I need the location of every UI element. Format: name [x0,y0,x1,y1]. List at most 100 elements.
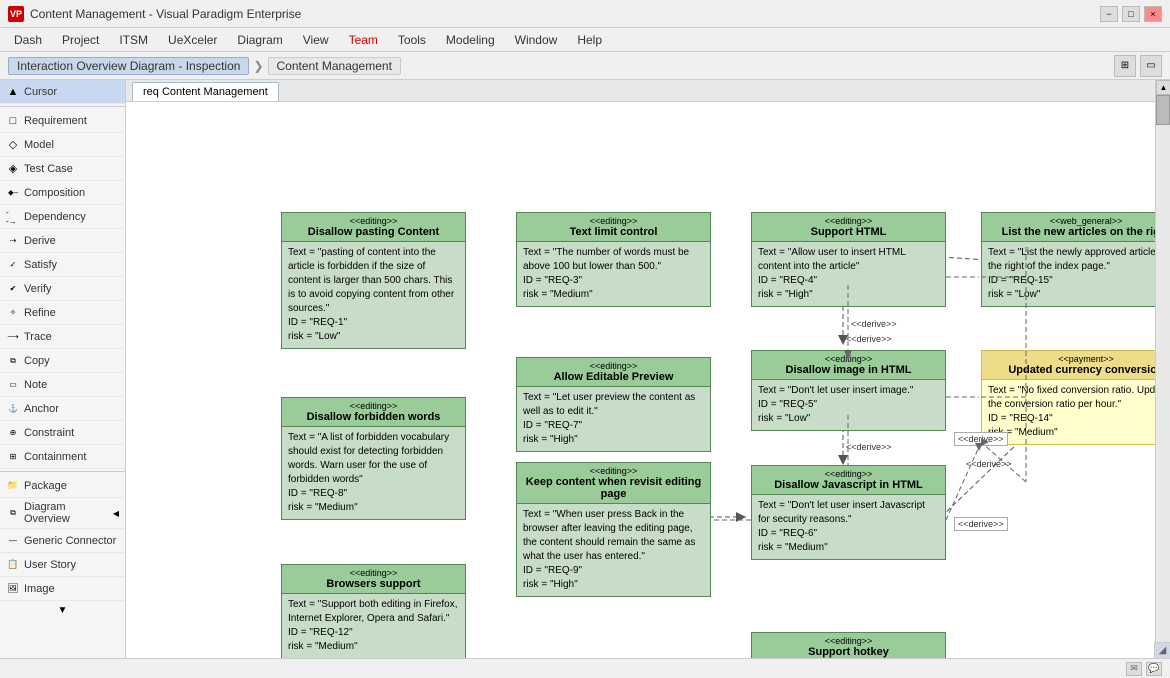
card-support-html-stereotype: <<editing>> [756,216,941,226]
satisfy-icon: ✓ [6,258,20,272]
card-disallow-forbidden[interactable]: <<editing>> Disallow forbidden words Tex… [281,397,466,520]
sidebar-item-user-story[interactable]: 📋 User Story [0,553,125,577]
card-support-html[interactable]: <<editing>> Support HTML Text = "Allow u… [751,212,946,307]
trace-icon: ⟶ [6,330,20,344]
sidebar-item-note[interactable]: ▭ Note [0,373,125,397]
sidebar-item-dependency[interactable]: - -→ Dependency [0,205,125,229]
right-scrollbar[interactable]: ▲ ▼ [1155,80,1170,658]
corner-resize-icon[interactable]: ◢ [1154,642,1170,658]
card-currency[interactable]: <<payment>> Updated currency conversion … [981,350,1155,445]
sidebar-item-copy[interactable]: ⧉ Copy [0,349,125,373]
window-controls[interactable]: − □ × [1100,6,1162,22]
sidebar-item-containment[interactable]: ⊞ Containment [0,445,125,469]
card-keep-content[interactable]: <<editing>> Keep content when revisit ed… [516,462,711,597]
card-disallow-image-stereotype: <<editing>> [756,354,941,364]
sidebar-item-trace[interactable]: ⟶ Trace [0,325,125,349]
scroll-up-button[interactable]: ▲ [1156,80,1170,95]
refine-icon: ✧ [6,306,20,320]
card-disallow-pasting-body: Text = "pasting of content into the arti… [282,242,465,348]
sidebar-collapse-button[interactable]: ▼ [0,601,125,620]
sidebar-item-test-case[interactable]: ◈ Test Case [0,157,125,181]
card-disallow-pasting[interactable]: <<editing>> Disallow pasting Content Tex… [281,212,466,349]
mail-icon[interactable]: ✉ [1126,662,1142,676]
scroll-track[interactable] [1156,95,1170,643]
menu-itsm[interactable]: ITSM [109,31,158,49]
note-icon: ▭ [6,378,20,392]
diagram-overview-icon: ⧉ [6,506,20,520]
sidebar-label-verify: Verify [24,283,52,295]
breadcrumb-icon-2[interactable]: ▭ [1140,55,1162,77]
card-disallow-js[interactable]: <<editing>> Disallow Javascript in HTML … [751,465,946,560]
sidebar-item-generic-connector[interactable]: — Generic Connector [0,529,125,553]
menu-uexceler[interactable]: UeXceler [158,31,227,49]
card-browsers-support[interactable]: <<editing>> Browsers support Text = "Sup… [281,564,466,658]
sidebar-item-requirement[interactable]: □ Requirement [0,109,125,133]
svg-text:<<derive>>: <<derive>> [846,442,892,452]
generic-connector-icon: — [6,534,20,548]
sidebar-label-model: Model [24,139,54,151]
menu-modeling[interactable]: Modeling [436,31,505,49]
sidebar-label-refine: Refine [24,307,56,319]
card-disallow-image-name: Disallow image in HTML [756,364,941,376]
sidebar-item-model[interactable]: ◇ Model [0,133,125,157]
card-keep-content-header: <<editing>> Keep content when revisit ed… [517,463,710,504]
card-disallow-forbidden-name: Disallow forbidden words [286,411,461,423]
maximize-button[interactable]: □ [1122,6,1140,22]
card-currency-stereotype: <<payment>> [986,354,1155,364]
breadcrumb-content-management[interactable]: Content Management [268,57,401,75]
sidebar-item-package[interactable]: 📁 Package [0,474,125,498]
sidebar-item-derive[interactable]: ⇢ Derive [0,229,125,253]
sidebar-item-refine[interactable]: ✧ Refine [0,301,125,325]
close-button[interactable]: × [1144,6,1162,22]
card-allow-preview-body: Text = "Let user preview the content as … [517,387,710,451]
sidebar-item-cursor[interactable]: ▲ Cursor [0,80,125,104]
card-disallow-js-stereotype: <<editing>> [756,469,941,479]
image-icon: 🖼 [6,582,20,596]
card-support-hotkey[interactable]: <<editing>> Support hotkey Text = "Let u… [751,632,946,658]
sidebar-label-image: Image [24,583,55,595]
sidebar-item-satisfy[interactable]: ✓ Satisfy [0,253,125,277]
breadcrumb-icon-1[interactable]: ⊞ [1114,55,1136,77]
card-allow-preview[interactable]: <<editing>> Allow Editable Preview Text … [516,357,711,452]
card-disallow-image-body: Text = "Don't let user insert image." ID… [752,380,945,430]
sidebar-label-cursor: Cursor [24,86,57,98]
copy-icon: ⧉ [6,354,20,368]
menu-dash[interactable]: Dash [4,31,52,49]
card-disallow-js-name: Disallow Javascript in HTML [756,479,941,491]
sidebar-item-anchor[interactable]: ⚓ Anchor [0,397,125,421]
chat-icon[interactable]: 💬 [1146,662,1162,676]
card-disallow-js-header: <<editing>> Disallow Javascript in HTML [752,466,945,495]
sidebar-label-anchor: Anchor [24,403,59,415]
breadcrumb-bar: Interaction Overview Diagram - Inspectio… [0,52,1170,80]
derive-label-2: <<derive>> [954,432,1008,446]
breadcrumb-interaction-overview[interactable]: Interaction Overview Diagram - Inspectio… [8,57,249,75]
bottom-bar: ✉ 💬 ◢ [0,658,1170,678]
minimize-button[interactable]: − [1100,6,1118,22]
sidebar-item-image[interactable]: 🖼 Image [0,577,125,601]
scroll-thumb[interactable] [1156,95,1170,125]
card-text-limit[interactable]: <<editing>> Text limit control Text = "T… [516,212,711,307]
menu-diagram[interactable]: Diagram [227,31,292,49]
card-support-html-header: <<editing>> Support HTML [752,213,945,242]
canvas-area[interactable]: req Content Management <<derive>> <<deri… [126,80,1155,658]
menu-view[interactable]: View [293,31,339,49]
menu-project[interactable]: Project [52,31,109,49]
sidebar-label-trace: Trace [24,331,52,343]
sidebar-item-diagram-overview[interactable]: ⧉ Diagram Overview ◀ [0,498,125,529]
card-keep-content-name: Keep content when revisit editing page [521,476,706,500]
card-currency-header: <<payment>> Updated currency conversion [982,351,1155,380]
menu-tools[interactable]: Tools [388,31,436,49]
card-browsers-support-body: Text = "Support both editing in Firefox,… [282,594,465,658]
sidebar-item-composition[interactable]: ⬥– Composition [0,181,125,205]
tab-req-content-management[interactable]: req Content Management [132,82,279,101]
sidebar-item-verify[interactable]: ✔ Verify [0,277,125,301]
card-disallow-image[interactable]: <<editing>> Disallow image in HTML Text … [751,350,946,431]
card-disallow-pasting-stereotype: <<editing>> [286,216,461,226]
menu-window[interactable]: Window [505,31,568,49]
verify-icon: ✔ [6,282,20,296]
sidebar-item-constraint[interactable]: ⊕ Constraint [0,421,125,445]
menu-team[interactable]: Team [339,31,388,49]
menu-help[interactable]: Help [567,31,612,49]
card-list-articles[interactable]: <<web_general>> List the new articles on… [981,212,1155,307]
card-disallow-forbidden-header: <<editing>> Disallow forbidden words [282,398,465,427]
